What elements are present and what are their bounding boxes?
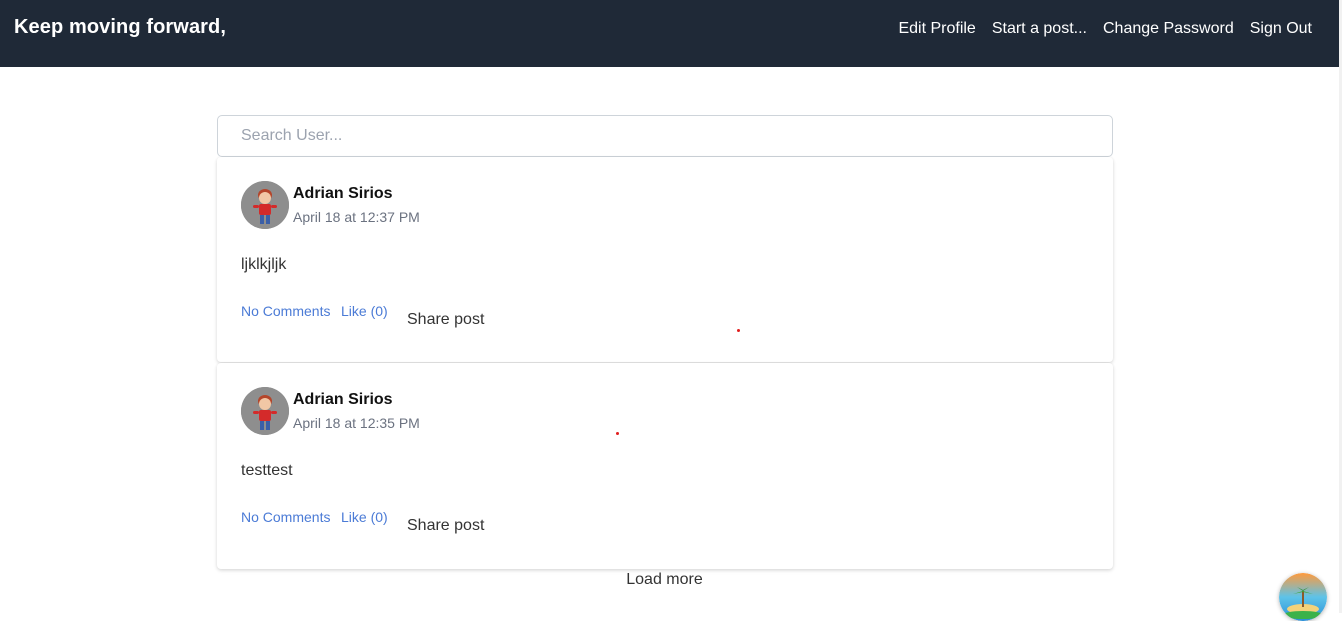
share-post-button[interactable]: Share post bbox=[407, 311, 484, 329]
load-more-button[interactable]: Load more bbox=[0, 571, 1329, 589]
like-link[interactable]: Like (0) bbox=[341, 303, 388, 319]
post-author: Adrian Sirios bbox=[293, 391, 393, 408]
user-avatar-icon[interactable] bbox=[241, 387, 289, 435]
like-link[interactable]: Like (0) bbox=[341, 509, 388, 525]
user-avatar-icon[interactable] bbox=[241, 181, 289, 229]
post-author: Adrian Sirios bbox=[293, 185, 393, 202]
post-card: Adrian Sirios April 18 at 12:37 PM ljklk… bbox=[217, 157, 1113, 362]
red-dot-marker bbox=[616, 432, 619, 435]
nav-links: Edit Profile Start a post... Change Pass… bbox=[898, 18, 1312, 40]
post-date: April 18 at 12:35 PM bbox=[293, 415, 420, 431]
comments-link[interactable]: No Comments bbox=[241, 303, 330, 319]
nav-start-post[interactable]: Start a post... bbox=[992, 18, 1087, 40]
search-user-input[interactable] bbox=[217, 115, 1113, 157]
nav-change-password[interactable]: Change Password bbox=[1103, 18, 1234, 40]
brand-title: Keep moving forward, bbox=[14, 16, 227, 38]
red-dot-marker bbox=[737, 329, 740, 332]
post-body: testtest bbox=[241, 462, 293, 479]
nav-edit-profile[interactable]: Edit Profile bbox=[898, 18, 975, 40]
nav-sign-out[interactable]: Sign Out bbox=[1250, 18, 1312, 40]
floating-island-icon[interactable] bbox=[1279, 573, 1327, 621]
post-card: Adrian Sirios April 18 at 12:35 PM testt… bbox=[217, 363, 1113, 569]
top-navbar: Keep moving forward, Edit Profile Start … bbox=[0, 0, 1339, 67]
post-body: ljklkjljk bbox=[241, 256, 287, 273]
share-post-button[interactable]: Share post bbox=[407, 517, 484, 535]
comments-link[interactable]: No Comments bbox=[241, 509, 330, 525]
post-date: April 18 at 12:37 PM bbox=[293, 209, 420, 225]
